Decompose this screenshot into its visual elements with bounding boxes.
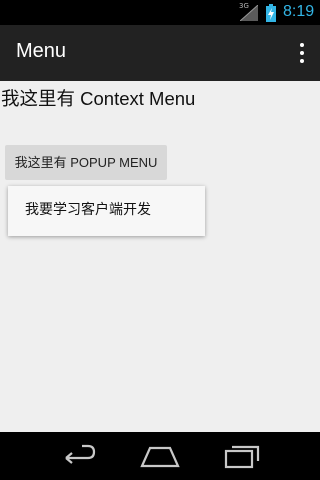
popup-menu-button[interactable]: 我这里有 POPUP MENU xyxy=(5,145,167,180)
recent-apps-icon[interactable] xyxy=(222,442,262,470)
navigation-bar xyxy=(0,432,320,480)
status-bar: 3G 8:19 xyxy=(0,0,320,25)
action-bar: Menu xyxy=(0,25,320,81)
more-vert-icon[interactable] xyxy=(290,39,314,67)
popup-menu-item[interactable]: 我要学习客户端开发 xyxy=(8,186,205,236)
signal-icon xyxy=(240,5,258,21)
back-icon[interactable] xyxy=(60,442,100,470)
home-icon[interactable] xyxy=(140,442,180,470)
context-menu-text[interactable]: 我这里有 Context Menu xyxy=(1,85,195,111)
app-title: Menu xyxy=(16,40,67,62)
status-time: 8:19 xyxy=(283,3,315,20)
popup-menu: 我要学习客户端开发 xyxy=(8,186,205,236)
battery-charging-icon xyxy=(266,4,276,22)
popup-menu-item-label: 我要学习客户端开发 xyxy=(25,202,151,218)
